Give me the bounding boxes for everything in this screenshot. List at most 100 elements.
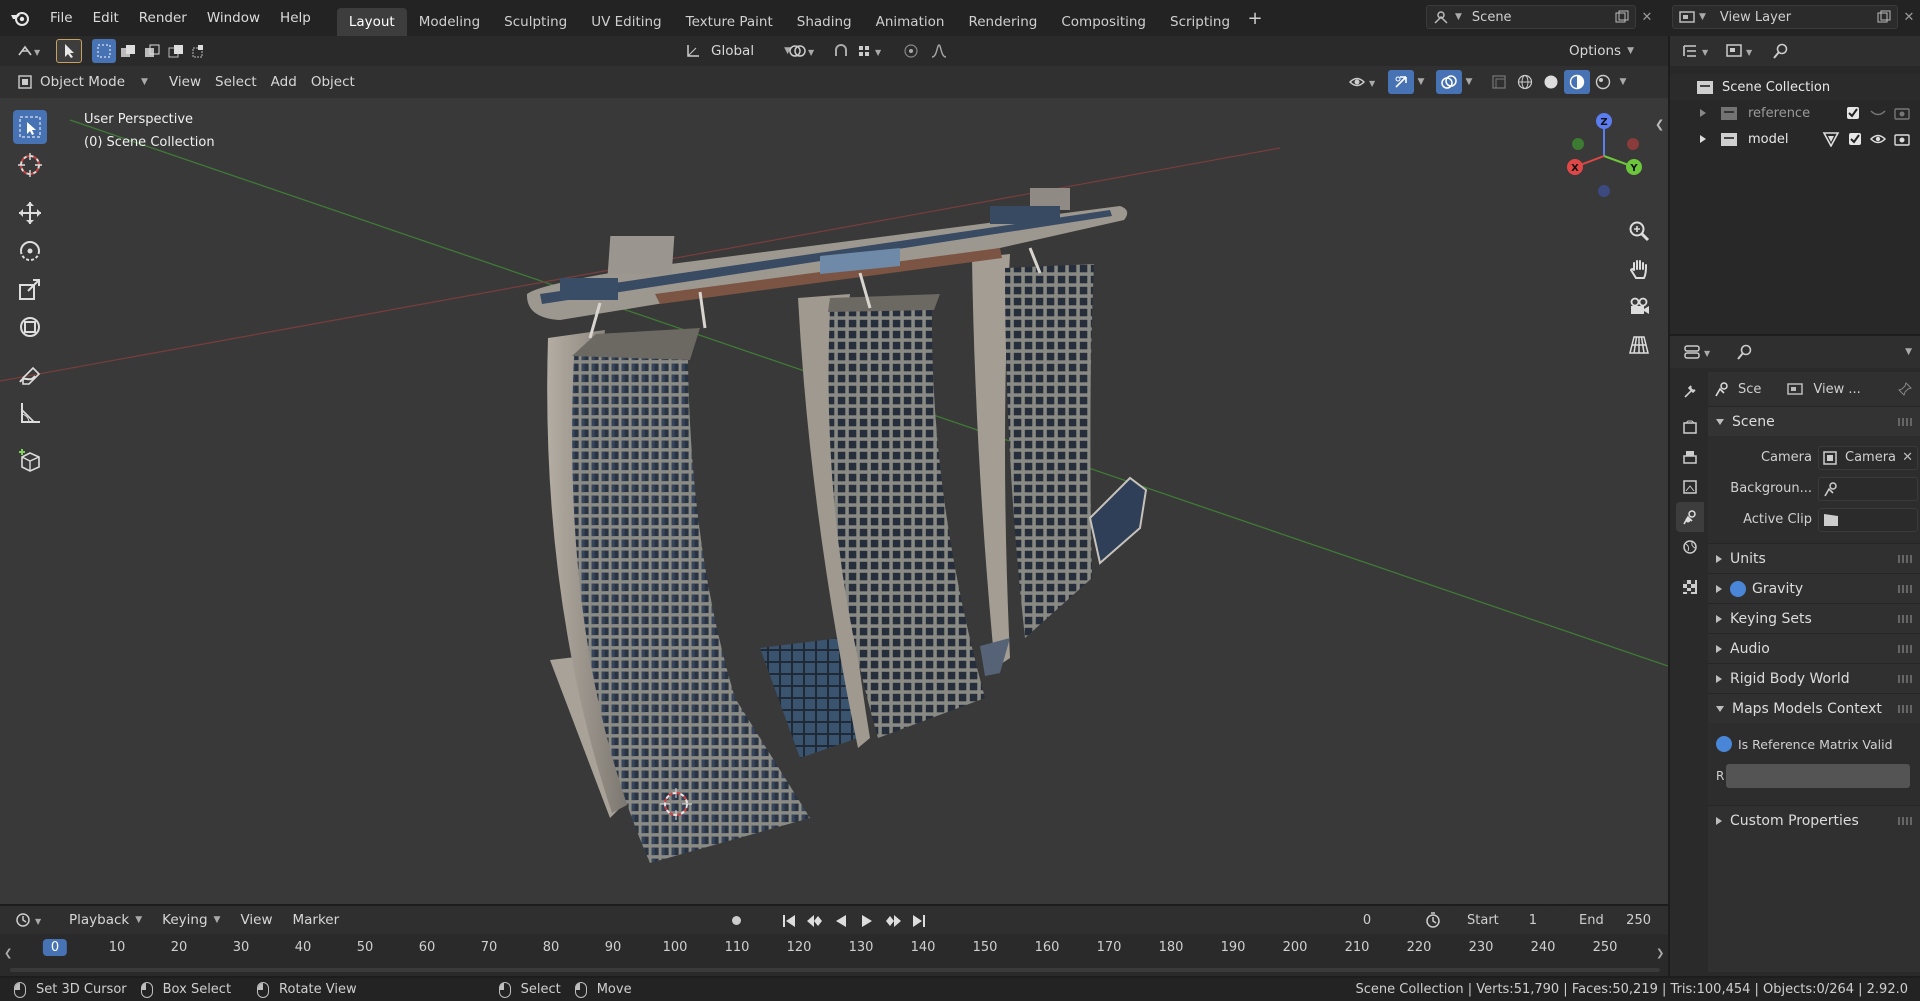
add-cube-tool[interactable] xyxy=(13,444,47,478)
blender-logo-icon[interactable] xyxy=(0,0,40,36)
tab-rendering[interactable]: Rendering xyxy=(956,8,1049,36)
world-tab-icon[interactable] xyxy=(1676,532,1704,562)
close-icon[interactable]: ✕ xyxy=(1898,10,1920,25)
viewport-menu-view[interactable]: View xyxy=(162,70,208,94)
timeline-editor-type-icon[interactable]: ▼ xyxy=(12,908,48,932)
timeline-menu-keying[interactable]: Keying ▼ xyxy=(155,908,227,932)
shading-solid-icon[interactable] xyxy=(1538,70,1564,94)
section-rigid-body-world[interactable]: Rigid Body World xyxy=(1708,663,1920,693)
pin-icon[interactable] xyxy=(1898,382,1912,396)
tab-texture-paint[interactable]: Texture Paint xyxy=(674,8,785,36)
view-layer-tab-icon[interactable] xyxy=(1676,472,1704,502)
navigation-gizmo[interactable]: Z Y X xyxy=(1556,106,1652,202)
breadcrumb-view-layer[interactable]: View ... xyxy=(1813,382,1860,397)
jump-start-icon[interactable] xyxy=(776,909,802,933)
viewport-menu-select[interactable]: Select xyxy=(208,70,264,94)
shading-rendered-icon[interactable] xyxy=(1590,70,1616,94)
tab-layout[interactable]: Layout xyxy=(336,8,407,36)
scene-tab-icon[interactable] xyxy=(1676,502,1704,532)
close-icon[interactable]: ✕ xyxy=(1636,10,1658,25)
jump-end-icon[interactable] xyxy=(906,909,932,933)
start-frame-field[interactable]: Start 1 xyxy=(1448,908,1552,932)
properties-editor-type-icon[interactable]: ▼ xyxy=(1682,340,1716,364)
texture-tab-icon[interactable] xyxy=(1676,572,1704,602)
overlay-toggle-icon[interactable] xyxy=(1436,70,1462,94)
search-icon[interactable] xyxy=(1768,39,1794,63)
play-icon[interactable] xyxy=(854,909,880,933)
move-tool[interactable] xyxy=(13,196,47,230)
duplicate-scene-icon[interactable] xyxy=(1615,10,1629,24)
play-reverse-icon[interactable] xyxy=(828,909,854,933)
proportional-edit-icon[interactable] xyxy=(898,39,924,63)
zoom-icon[interactable] xyxy=(1622,212,1656,250)
select-mode-new-icon[interactable] xyxy=(92,39,116,63)
scale-tool[interactable] xyxy=(13,272,47,306)
view-layer-field[interactable]: ▼ View Layer xyxy=(1672,5,1898,29)
chevron-down-icon[interactable]: ▼ xyxy=(1905,347,1912,357)
breadcrumb-scene[interactable]: Sce xyxy=(1738,382,1761,397)
expand-arrow-icon[interactable] xyxy=(1700,109,1706,117)
close-icon[interactable]: ✕ xyxy=(1902,450,1913,465)
toggle-circle-icon[interactable] xyxy=(1716,736,1732,752)
tab-animation[interactable]: Animation xyxy=(864,8,957,36)
options-dropdown[interactable]: Options ▼ xyxy=(1562,39,1641,63)
chevron-left-icon[interactable]: ❮ xyxy=(1655,118,1664,131)
menu-edit[interactable]: Edit xyxy=(83,0,129,36)
select-mode-invert-icon[interactable] xyxy=(164,39,188,63)
tab-sculpting[interactable]: Sculpting xyxy=(492,8,579,36)
output-tab-icon[interactable] xyxy=(1676,442,1704,472)
section-audio[interactable]: Audio xyxy=(1708,633,1920,663)
camera-field[interactable]: Camera ✕ xyxy=(1818,445,1918,470)
select-mode-intersect-icon[interactable] xyxy=(188,39,212,63)
tab-compositing[interactable]: Compositing xyxy=(1049,8,1158,36)
r-field[interactable] xyxy=(1726,764,1910,788)
end-frame-field[interactable]: End 250 xyxy=(1562,908,1666,932)
expand-arrow-icon[interactable] xyxy=(1700,135,1706,143)
tab-scripting[interactable]: Scripting xyxy=(1158,8,1242,36)
measure-tool[interactable] xyxy=(13,396,47,430)
select-box-tool[interactable] xyxy=(13,110,47,144)
shading-material-icon[interactable] xyxy=(1564,70,1590,94)
cursor-tool[interactable] xyxy=(13,148,47,182)
viewport-menu-object[interactable]: Object xyxy=(304,70,362,94)
timeline-scrollbar[interactable] xyxy=(10,968,1660,972)
section-units[interactable]: Units xyxy=(1708,543,1920,573)
keyframe-dot-icon[interactable] xyxy=(726,910,746,930)
display-mode-icon[interactable]: ▼ xyxy=(1724,39,1758,63)
timeline-menu-marker[interactable]: Marker xyxy=(286,908,347,932)
current-frame-field[interactable]: 0 xyxy=(1314,908,1420,932)
camera-icon[interactable] xyxy=(1894,132,1910,146)
section-gravity[interactable]: Gravity xyxy=(1708,573,1920,603)
pan-hand-icon[interactable] xyxy=(1622,250,1656,288)
include-checkbox-icon[interactable] xyxy=(1848,132,1862,146)
select-tool-icon[interactable] xyxy=(56,39,82,63)
menu-render[interactable]: Render xyxy=(129,0,197,36)
scene-field[interactable]: ▼ Scene xyxy=(1426,5,1636,29)
gizmo-toggle-icon[interactable] xyxy=(1388,70,1414,94)
timeline-menu-view[interactable]: View xyxy=(233,908,279,932)
chevron-down-icon[interactable]: ▼ xyxy=(1462,70,1476,94)
timeline-ruler[interactable]: ❮ ❯ 0 10 20 30 40 50 60 70 80 90 100 110 120 130 140 15… xyxy=(0,934,1668,976)
perspective-toggle-icon[interactable] xyxy=(1622,326,1656,364)
timeline-menu-playback[interactable]: Playback ▼ xyxy=(62,908,149,932)
menu-help[interactable]: Help xyxy=(270,0,321,36)
editor-type-icon[interactable]: ▼ xyxy=(12,39,48,63)
stopwatch-icon[interactable] xyxy=(1422,910,1444,930)
rotate-tool[interactable] xyxy=(13,234,47,268)
menu-file[interactable]: File xyxy=(40,0,83,36)
orientation-dropdown[interactable]: Global ▼ xyxy=(704,39,798,63)
next-keyframe-icon[interactable] xyxy=(880,909,906,933)
eye-closed-icon[interactable] xyxy=(1870,107,1886,119)
active-clip-field[interactable] xyxy=(1818,507,1918,532)
outliner-editor-type-icon[interactable]: ▼ xyxy=(1680,39,1714,63)
menu-window[interactable]: Window xyxy=(197,0,270,36)
outliner-row-model[interactable]: model xyxy=(1670,126,1920,152)
exclude-checkbox-icon[interactable] xyxy=(1846,106,1860,120)
visibility-icon[interactable]: ▼ xyxy=(1346,70,1380,94)
outliner-row-reference[interactable]: reference xyxy=(1670,100,1920,126)
eye-icon[interactable] xyxy=(1870,133,1886,145)
annotate-tool[interactable] xyxy=(13,358,47,392)
select-mode-extend-icon[interactable] xyxy=(116,39,140,63)
viewport-menu-add[interactable]: Add xyxy=(264,70,304,94)
add-workspace-button[interactable]: + xyxy=(1242,0,1268,36)
